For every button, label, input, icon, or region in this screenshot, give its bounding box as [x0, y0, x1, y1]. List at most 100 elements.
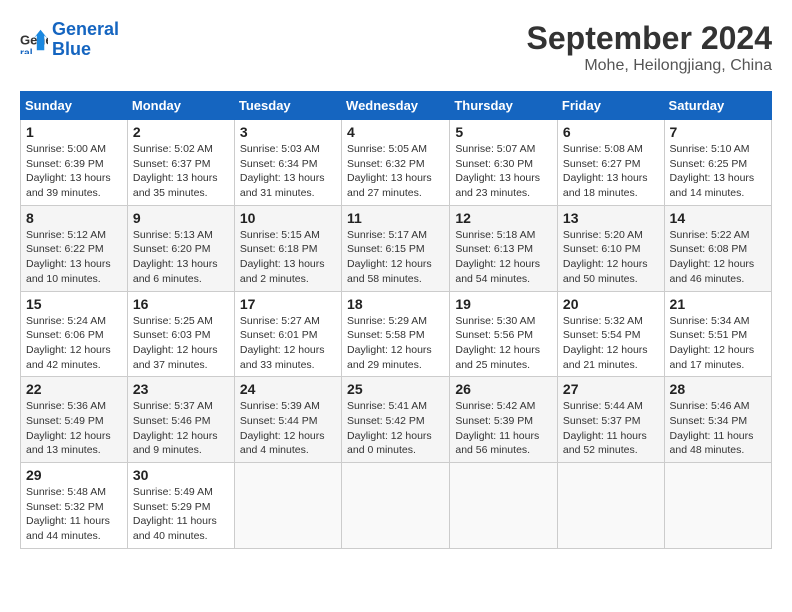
day-info: Sunrise: 5:25 AMSunset: 6:03 PMDaylight:…: [133, 314, 229, 373]
day-number: 7: [670, 124, 766, 140]
col-tuesday: Tuesday: [234, 92, 341, 120]
calendar-cell: 19 Sunrise: 5:30 AMSunset: 5:56 PMDaylig…: [450, 291, 558, 377]
calendar-week-2: 8 Sunrise: 5:12 AMSunset: 6:22 PMDayligh…: [21, 205, 772, 291]
calendar-cell: 25 Sunrise: 5:41 AMSunset: 5:42 PMDaylig…: [342, 377, 450, 463]
day-number: 20: [563, 296, 659, 312]
calendar-cell: 28 Sunrise: 5:46 AMSunset: 5:34 PMDaylig…: [664, 377, 771, 463]
page-header: Gene ral GeneralBlue September 2024 Mohe…: [20, 20, 772, 75]
day-info: Sunrise: 5:44 AMSunset: 5:37 PMDaylight:…: [563, 399, 659, 458]
day-number: 15: [26, 296, 122, 312]
day-info: Sunrise: 5:15 AMSunset: 6:18 PMDaylight:…: [240, 228, 336, 287]
day-number: 29: [26, 467, 122, 483]
calendar-cell: 9 Sunrise: 5:13 AMSunset: 6:20 PMDayligh…: [127, 205, 234, 291]
calendar-table: Sunday Monday Tuesday Wednesday Thursday…: [20, 91, 772, 549]
day-info: Sunrise: 5:42 AMSunset: 5:39 PMDaylight:…: [455, 399, 552, 458]
day-number: 6: [563, 124, 659, 140]
day-info: Sunrise: 5:07 AMSunset: 6:30 PMDaylight:…: [455, 142, 552, 201]
day-info: Sunrise: 5:17 AMSunset: 6:15 PMDaylight:…: [347, 228, 444, 287]
calendar-cell: [234, 463, 341, 549]
day-number: 13: [563, 210, 659, 226]
calendar-cell: [450, 463, 558, 549]
weekday-row: Sunday Monday Tuesday Wednesday Thursday…: [21, 92, 772, 120]
day-info: Sunrise: 5:13 AMSunset: 6:20 PMDaylight:…: [133, 228, 229, 287]
day-number: 27: [563, 381, 659, 397]
day-info: Sunrise: 5:12 AMSunset: 6:22 PMDaylight:…: [26, 228, 122, 287]
day-info: Sunrise: 5:10 AMSunset: 6:25 PMDaylight:…: [670, 142, 766, 201]
calendar-cell: 10 Sunrise: 5:15 AMSunset: 6:18 PMDaylig…: [234, 205, 341, 291]
logo-text: GeneralBlue: [52, 20, 119, 60]
day-number: 1: [26, 124, 122, 140]
calendar-cell: 21 Sunrise: 5:34 AMSunset: 5:51 PMDaylig…: [664, 291, 771, 377]
day-number: 16: [133, 296, 229, 312]
calendar-cell: 16 Sunrise: 5:25 AMSunset: 6:03 PMDaylig…: [127, 291, 234, 377]
col-friday: Friday: [557, 92, 664, 120]
col-saturday: Saturday: [664, 92, 771, 120]
calendar-cell: 18 Sunrise: 5:29 AMSunset: 5:58 PMDaylig…: [342, 291, 450, 377]
col-thursday: Thursday: [450, 92, 558, 120]
day-info: Sunrise: 5:02 AMSunset: 6:37 PMDaylight:…: [133, 142, 229, 201]
title-area: September 2024 Mohe, Heilongjiang, China: [527, 20, 772, 75]
calendar-cell: 6 Sunrise: 5:08 AMSunset: 6:27 PMDayligh…: [557, 120, 664, 206]
day-number: 2: [133, 124, 229, 140]
day-number: 25: [347, 381, 444, 397]
day-info: Sunrise: 5:48 AMSunset: 5:32 PMDaylight:…: [26, 485, 122, 544]
day-info: Sunrise: 5:46 AMSunset: 5:34 PMDaylight:…: [670, 399, 766, 458]
calendar-week-3: 15 Sunrise: 5:24 AMSunset: 6:06 PMDaylig…: [21, 291, 772, 377]
day-info: Sunrise: 5:29 AMSunset: 5:58 PMDaylight:…: [347, 314, 444, 373]
calendar-cell: 5 Sunrise: 5:07 AMSunset: 6:30 PMDayligh…: [450, 120, 558, 206]
day-number: 3: [240, 124, 336, 140]
day-info: Sunrise: 5:34 AMSunset: 5:51 PMDaylight:…: [670, 314, 766, 373]
calendar-week-4: 22 Sunrise: 5:36 AMSunset: 5:49 PMDaylig…: [21, 377, 772, 463]
month-year: September 2024: [527, 20, 772, 57]
day-info: Sunrise: 5:39 AMSunset: 5:44 PMDaylight:…: [240, 399, 336, 458]
calendar-cell: 17 Sunrise: 5:27 AMSunset: 6:01 PMDaylig…: [234, 291, 341, 377]
day-number: 4: [347, 124, 444, 140]
day-number: 14: [670, 210, 766, 226]
day-info: Sunrise: 5:37 AMSunset: 5:46 PMDaylight:…: [133, 399, 229, 458]
calendar-cell: 14 Sunrise: 5:22 AMSunset: 6:08 PMDaylig…: [664, 205, 771, 291]
calendar-cell: 20 Sunrise: 5:32 AMSunset: 5:54 PMDaylig…: [557, 291, 664, 377]
calendar-week-1: 1 Sunrise: 5:00 AMSunset: 6:39 PMDayligh…: [21, 120, 772, 206]
day-number: 9: [133, 210, 229, 226]
calendar-cell: 7 Sunrise: 5:10 AMSunset: 6:25 PMDayligh…: [664, 120, 771, 206]
day-info: Sunrise: 5:20 AMSunset: 6:10 PMDaylight:…: [563, 228, 659, 287]
logo: Gene ral GeneralBlue: [20, 20, 119, 60]
day-info: Sunrise: 5:22 AMSunset: 6:08 PMDaylight:…: [670, 228, 766, 287]
calendar-cell: 23 Sunrise: 5:37 AMSunset: 5:46 PMDaylig…: [127, 377, 234, 463]
calendar-cell: 22 Sunrise: 5:36 AMSunset: 5:49 PMDaylig…: [21, 377, 128, 463]
day-number: 26: [455, 381, 552, 397]
calendar-header: Sunday Monday Tuesday Wednesday Thursday…: [21, 92, 772, 120]
calendar-cell: 30 Sunrise: 5:49 AMSunset: 5:29 PMDaylig…: [127, 463, 234, 549]
day-number: 17: [240, 296, 336, 312]
day-number: 30: [133, 467, 229, 483]
day-number: 11: [347, 210, 444, 226]
day-info: Sunrise: 5:05 AMSunset: 6:32 PMDaylight:…: [347, 142, 444, 201]
location: Mohe, Heilongjiang, China: [527, 57, 772, 75]
svg-text:ral: ral: [20, 48, 33, 54]
day-number: 24: [240, 381, 336, 397]
calendar-cell: 29 Sunrise: 5:48 AMSunset: 5:32 PMDaylig…: [21, 463, 128, 549]
day-number: 10: [240, 210, 336, 226]
day-info: Sunrise: 5:32 AMSunset: 5:54 PMDaylight:…: [563, 314, 659, 373]
day-info: Sunrise: 5:00 AMSunset: 6:39 PMDaylight:…: [26, 142, 122, 201]
calendar-cell: [557, 463, 664, 549]
day-info: Sunrise: 5:49 AMSunset: 5:29 PMDaylight:…: [133, 485, 229, 544]
calendar-week-5: 29 Sunrise: 5:48 AMSunset: 5:32 PMDaylig…: [21, 463, 772, 549]
logo-icon: Gene ral: [20, 26, 48, 54]
day-number: 22: [26, 381, 122, 397]
col-sunday: Sunday: [21, 92, 128, 120]
day-number: 5: [455, 124, 552, 140]
calendar-cell: 13 Sunrise: 5:20 AMSunset: 6:10 PMDaylig…: [557, 205, 664, 291]
day-info: Sunrise: 5:18 AMSunset: 6:13 PMDaylight:…: [455, 228, 552, 287]
calendar-cell: 3 Sunrise: 5:03 AMSunset: 6:34 PMDayligh…: [234, 120, 341, 206]
calendar-cell: 24 Sunrise: 5:39 AMSunset: 5:44 PMDaylig…: [234, 377, 341, 463]
day-number: 19: [455, 296, 552, 312]
calendar-cell: 8 Sunrise: 5:12 AMSunset: 6:22 PMDayligh…: [21, 205, 128, 291]
calendar-cell: 4 Sunrise: 5:05 AMSunset: 6:32 PMDayligh…: [342, 120, 450, 206]
calendar-cell: 12 Sunrise: 5:18 AMSunset: 6:13 PMDaylig…: [450, 205, 558, 291]
calendar-cell: 1 Sunrise: 5:00 AMSunset: 6:39 PMDayligh…: [21, 120, 128, 206]
calendar-cell: 27 Sunrise: 5:44 AMSunset: 5:37 PMDaylig…: [557, 377, 664, 463]
day-info: Sunrise: 5:41 AMSunset: 5:42 PMDaylight:…: [347, 399, 444, 458]
day-number: 8: [26, 210, 122, 226]
calendar-cell: [342, 463, 450, 549]
